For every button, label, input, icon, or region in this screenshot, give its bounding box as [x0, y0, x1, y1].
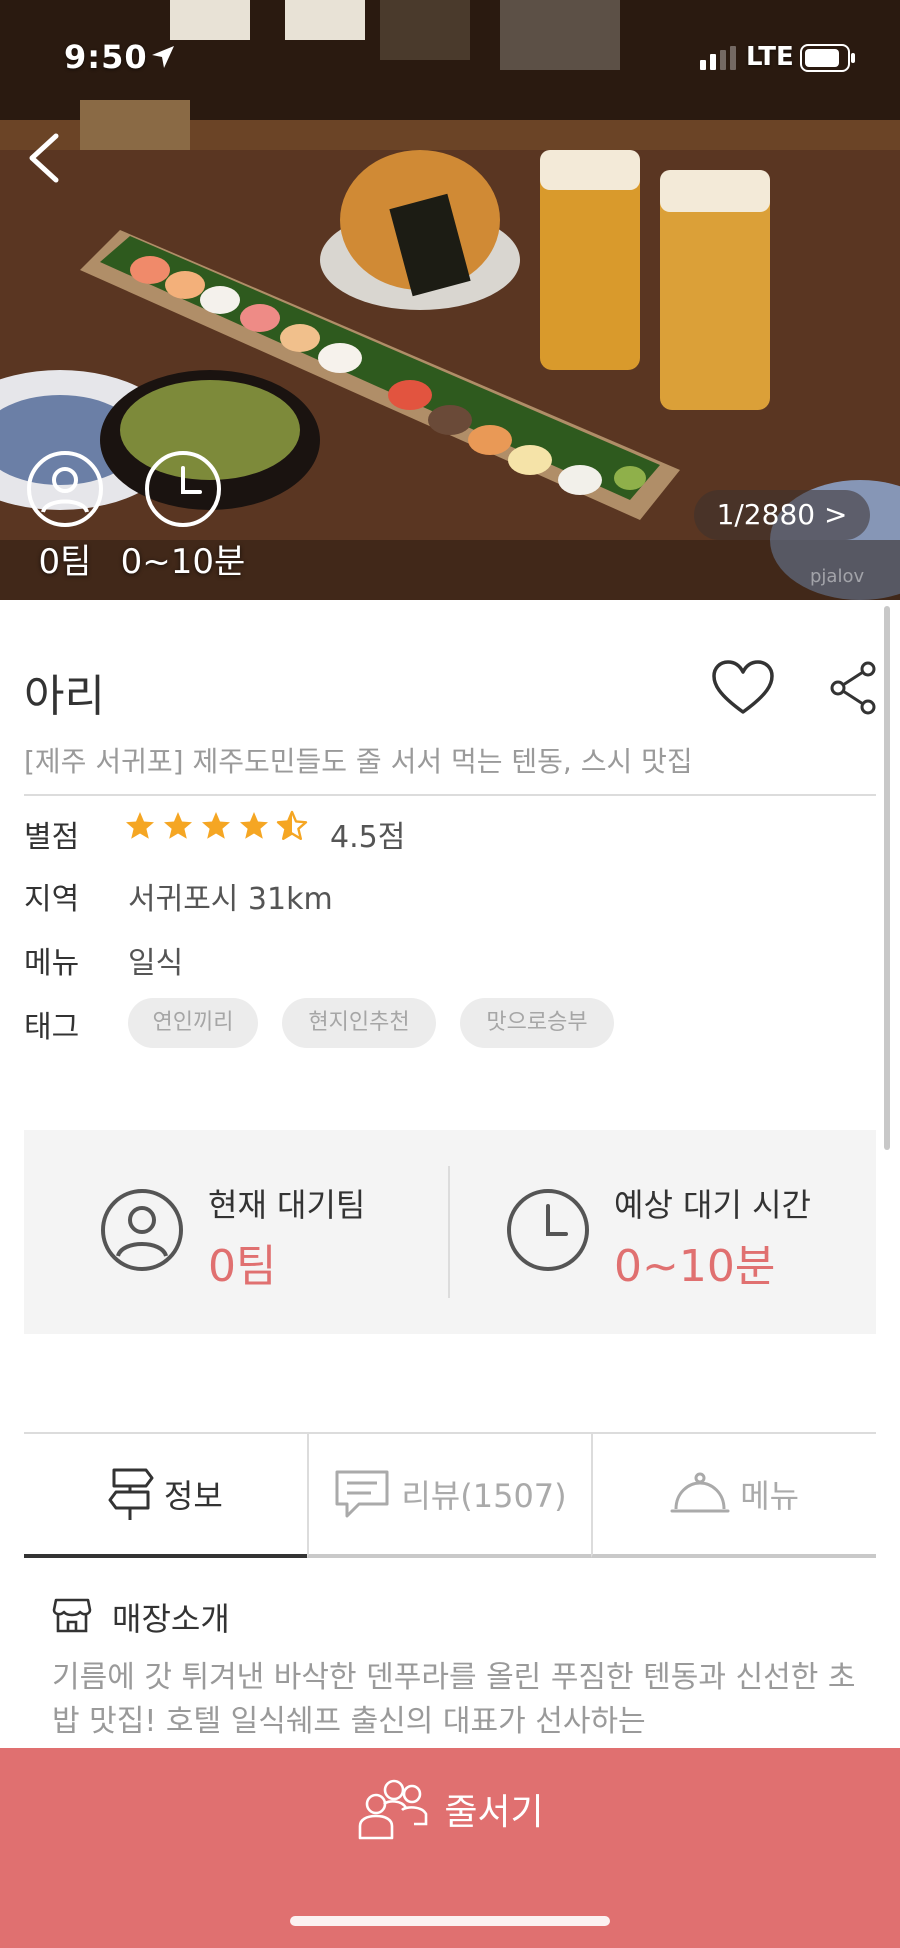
tab-review[interactable]: 리뷰(1507)	[306, 1434, 592, 1558]
star-icon	[164, 812, 192, 839]
star-icon	[240, 812, 268, 839]
person-icon	[27, 451, 103, 527]
hero-photo[interactable]: 9:50 LTE 0팀 0~10분 1/2880 > pjalov	[0, 0, 900, 600]
scrollbar[interactable]	[884, 606, 890, 1150]
estimate-wait-value: 0~10분	[614, 1241, 776, 1292]
signpost-icon	[108, 1468, 154, 1520]
status-bar: 9:50 LTE	[0, 0, 900, 110]
tag-label: 태그	[24, 1010, 80, 1045]
person-icon	[101, 1189, 183, 1271]
comment-icon	[335, 1470, 389, 1518]
clock-icon	[507, 1189, 589, 1271]
photo-watermark: pjalov	[810, 566, 865, 587]
restaurant-subtitle: [제주 서귀포] 제주도민들도 줄 서서 먹는 텐동, 스시 맛집	[24, 745, 693, 778]
half-star-icon	[276, 810, 308, 841]
region-label: 지역	[24, 882, 80, 917]
wait-info-box: 현재 대기팀 0팀 예상 대기 시간 0~10분	[24, 1130, 876, 1334]
star-icon	[202, 812, 230, 839]
cloche-icon	[670, 1472, 730, 1513]
hero-team-stat: 0팀	[10, 450, 120, 583]
home-indicator	[290, 1916, 610, 1926]
rating-stars	[124, 810, 308, 842]
region-value: 서귀포시 31km	[128, 882, 333, 917]
current-wait-value: 0팀	[208, 1241, 277, 1292]
hero-wait-stat: 0~10분	[121, 450, 245, 583]
tag-chip[interactable]: 맛으로승부	[460, 998, 614, 1048]
signal-icon	[700, 46, 736, 70]
tab-review-label: 리뷰(1507)	[401, 1477, 567, 1515]
current-wait-label: 현재 대기팀	[208, 1186, 366, 1224]
chevron-left-icon	[29, 133, 59, 183]
menu-label: 메뉴	[24, 946, 80, 981]
tag-chip[interactable]: 현지인추천	[282, 998, 436, 1048]
location-arrow-icon	[152, 46, 174, 68]
rating-value: 4.5점	[330, 820, 406, 855]
star-icon	[126, 812, 154, 839]
favorite-button[interactable]	[712, 660, 774, 720]
intro-title: 매장소개	[112, 1600, 230, 1638]
menu-value: 일식	[128, 946, 184, 981]
queue-button-content: 줄서기	[0, 1778, 900, 1840]
tab-info[interactable]: 정보	[24, 1434, 307, 1558]
detail-tabs: 정보 리뷰(1507) 메뉴	[24, 1432, 877, 1558]
wait-divider	[448, 1166, 450, 1298]
queue-button[interactable]: 줄서기	[0, 1748, 900, 1948]
clock-icon	[145, 451, 221, 527]
tab-info-label: 정보	[163, 1477, 223, 1515]
divider	[24, 794, 876, 796]
back-button[interactable]	[22, 128, 72, 188]
share-icon	[830, 661, 876, 715]
share-button[interactable]	[828, 660, 878, 720]
queue-button-label: 줄서기	[444, 1792, 544, 1833]
group-icon	[359, 1779, 428, 1840]
hero-team-count: 0팀	[38, 542, 92, 582]
hero-wait-time: 0~10분	[120, 542, 246, 582]
tag-chip[interactable]: 연인끼리	[128, 998, 258, 1048]
heart-icon	[712, 660, 774, 714]
intro-text: 기름에 갓 튀겨낸 바삭한 덴푸라를 올린 푸짐한 텐동과 신선한 초밥 맛집!…	[52, 1660, 856, 1739]
photo-counter[interactable]: 1/2880 >	[694, 490, 870, 540]
tab-menu[interactable]: 메뉴	[591, 1434, 877, 1558]
status-time: 9:50	[64, 38, 148, 76]
restaurant-name: 아리	[24, 671, 105, 722]
network-type: LTE	[746, 42, 794, 72]
rating-label: 별점	[24, 820, 80, 855]
store-icon	[52, 1598, 92, 1633]
estimate-wait-label: 예상 대기 시간	[614, 1186, 811, 1224]
battery-icon	[800, 44, 855, 72]
tab-menu-label: 메뉴	[740, 1477, 800, 1515]
